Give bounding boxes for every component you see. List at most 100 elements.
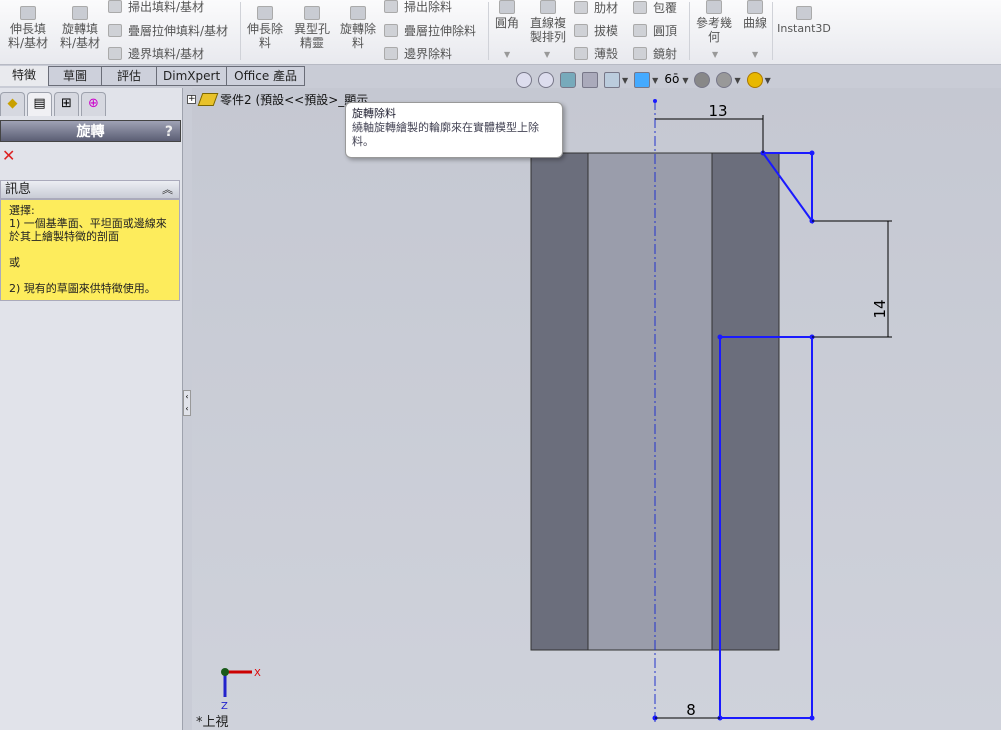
label: 異型孔 精靈 (293, 22, 330, 50)
message-line: 1) 一個基準面、平坦面或邊線來於其上繪製特徵的剖面 (9, 217, 167, 243)
sketch-points (652, 150, 815, 721)
lofted-boss-button[interactable]: 疊層拉伸填料/基材 (108, 22, 228, 39)
mirror-icon (633, 47, 647, 60)
edit-appearance-icon[interactable] (694, 72, 711, 88)
zoom-to-fit-icon[interactable] (516, 72, 532, 88)
hole-wizard-button[interactable]: 異型孔 精靈 (290, 6, 334, 50)
divider (240, 2, 241, 60)
section-view-icon[interactable] (582, 72, 598, 88)
revolved-cut-button[interactable]: 旋轉除 料 (337, 6, 379, 50)
zoom-to-area-icon[interactable] (538, 72, 554, 88)
sketch-triangle[interactable] (762, 152, 813, 225)
boundary-cut-button[interactable]: 邊界除料 (384, 45, 452, 62)
chevron-down-icon[interactable]: ▼ (622, 76, 628, 85)
fillet-button[interactable]: 圓角 (492, 0, 522, 30)
lofted-cut-button[interactable]: 疊層拉伸除料 (384, 22, 476, 39)
wrap-button[interactable]: 包覆 (633, 0, 677, 16)
property-manager-tab[interactable]: ▤ (27, 92, 52, 116)
property-manager-panel: ◆ ▤ ⊞ ⊕ 旋轉? ✕ 訊息 ︽ 選擇: 1) 一個基準面、平坦面或邊線來於其… (0, 88, 183, 730)
label: 掃出填料/基材 (128, 0, 205, 14)
tab-features[interactable]: 特徵 (0, 66, 50, 86)
view-settings-icon[interactable] (746, 72, 763, 88)
help-button[interactable]: ? (165, 121, 173, 143)
hide-show-items-icon[interactable]: 6ō (664, 72, 680, 88)
feature-tree-root[interactable]: + 零件2 (預設<<預設>_顯示 (187, 91, 368, 108)
reference-dropdown[interactable]: ▼ (712, 50, 718, 59)
divider (689, 2, 690, 60)
tab-dimxpert[interactable]: DimXpert (156, 66, 228, 86)
extruded-boss-button[interactable]: 伸長填 料/基材 (4, 6, 52, 50)
sketch-rectangle[interactable] (719, 336, 813, 719)
chevron-down-icon[interactable]: ▼ (652, 76, 658, 85)
dimxpert-tab[interactable]: ⊕ (81, 92, 106, 116)
shell-button[interactable]: 薄殼 (574, 45, 618, 62)
tab-office-products[interactable]: Office 產品 (226, 66, 306, 86)
pattern-dropdown[interactable]: ▼ (544, 50, 550, 59)
message-line: 選擇: (9, 204, 35, 217)
message-header[interactable]: 訊息 ︽ (0, 180, 180, 199)
label: 參考幾 何 (695, 16, 732, 44)
panel-collapse-handle[interactable]: ‹ ‹ (183, 390, 191, 416)
feature-tree-tab[interactable]: ◆ (0, 92, 25, 116)
axis-endpoint (653, 99, 657, 103)
swept-boss-button[interactable]: 掃出填料/基材 (108, 0, 204, 15)
dimension-13[interactable]: 13 (708, 102, 727, 120)
command-manager-ribbon: 伸長填 料/基材 旋轉填 料/基材 掃出填料/基材 疊層拉伸填料/基材 邊界填料… (0, 0, 1001, 65)
chevron-down-icon[interactable]: ▼ (734, 76, 740, 85)
boundary-icon (108, 47, 122, 60)
apply-scene-icon[interactable] (716, 72, 733, 88)
dome-button[interactable]: 圓頂 (633, 22, 677, 39)
revolved-boss-button[interactable]: 旋轉填 料/基材 (56, 6, 104, 50)
cancel-icon[interactable]: ✕ (2, 146, 15, 165)
swept-cut-button[interactable]: 掃出除料 (384, 0, 452, 15)
part-inner-face (587, 152, 713, 651)
boundary-boss-button[interactable]: 邊界填料/基材 (108, 45, 204, 62)
label: 疊層拉伸填料/基材 (128, 24, 229, 38)
expand-icon[interactable]: + (187, 95, 196, 104)
view-orientation-icon[interactable] (604, 72, 620, 88)
dimension-14[interactable]: 14 (871, 299, 889, 318)
message-line: 或 (9, 256, 20, 269)
label: 邊界除料 (404, 47, 453, 61)
label: 掃出除料 (404, 0, 453, 14)
label: 薄殼 (594, 47, 619, 61)
hole-wizard-icon (304, 6, 320, 20)
divider (488, 2, 489, 60)
dimension-8[interactable]: 8 (686, 701, 696, 719)
label: Instant3D (777, 22, 831, 35)
sketch-profile[interactable] (719, 152, 813, 719)
tooltip-description: 繞軸旋轉繪製的輪廓來在實體模型上除料。 (352, 121, 539, 148)
label: 包覆 (653, 1, 678, 15)
instant3d-button[interactable]: Instant3D (776, 6, 832, 36)
extruded-cut-button[interactable]: 伸長除 料 (245, 6, 285, 50)
label: 旋轉填 料/基材 (59, 22, 101, 50)
rib-icon (574, 1, 588, 14)
collapse-chevron-icon[interactable]: ︽ (162, 181, 173, 198)
rib-button[interactable]: 肋材 (574, 0, 618, 16)
label: 伸長填 料/基材 (7, 22, 49, 50)
label: 圓頂 (653, 24, 678, 38)
panel-title: 旋轉? (0, 120, 181, 142)
label: 旋轉除 料 (339, 22, 376, 50)
extrude-cut-icon (257, 6, 273, 20)
chevron-down-icon[interactable]: ▼ (682, 76, 688, 85)
wrap-icon (633, 1, 647, 14)
tab-sketch[interactable]: 草圖 (48, 66, 103, 86)
tab-evaluate[interactable]: 評估 (101, 66, 158, 86)
curves-button[interactable]: 曲線 (738, 0, 772, 30)
property-icon: ▤ (33, 96, 46, 111)
fillet-dropdown[interactable]: ▼ (504, 50, 510, 59)
curves-dropdown[interactable]: ▼ (752, 50, 758, 59)
linear-pattern-button[interactable]: 直線複 製排列 (527, 0, 569, 44)
chevron-down-icon[interactable]: ▼ (765, 76, 771, 85)
draft-button[interactable]: 拔模 (574, 22, 618, 39)
previous-view-icon[interactable] (560, 72, 576, 88)
draft-icon (574, 24, 588, 37)
configuration-tab[interactable]: ⊞ (54, 92, 79, 116)
triad-z-label: Z (221, 701, 228, 712)
mirror-button[interactable]: 鏡射 (633, 45, 677, 62)
tooltip: 旋轉除料 繞軸旋轉繪製的輪廓來在實體模型上除料。 (345, 102, 563, 158)
display-style-icon[interactable] (634, 72, 651, 88)
reference-geometry-button[interactable]: 參考幾 何 (693, 0, 735, 44)
viewport-background (192, 88, 1001, 730)
